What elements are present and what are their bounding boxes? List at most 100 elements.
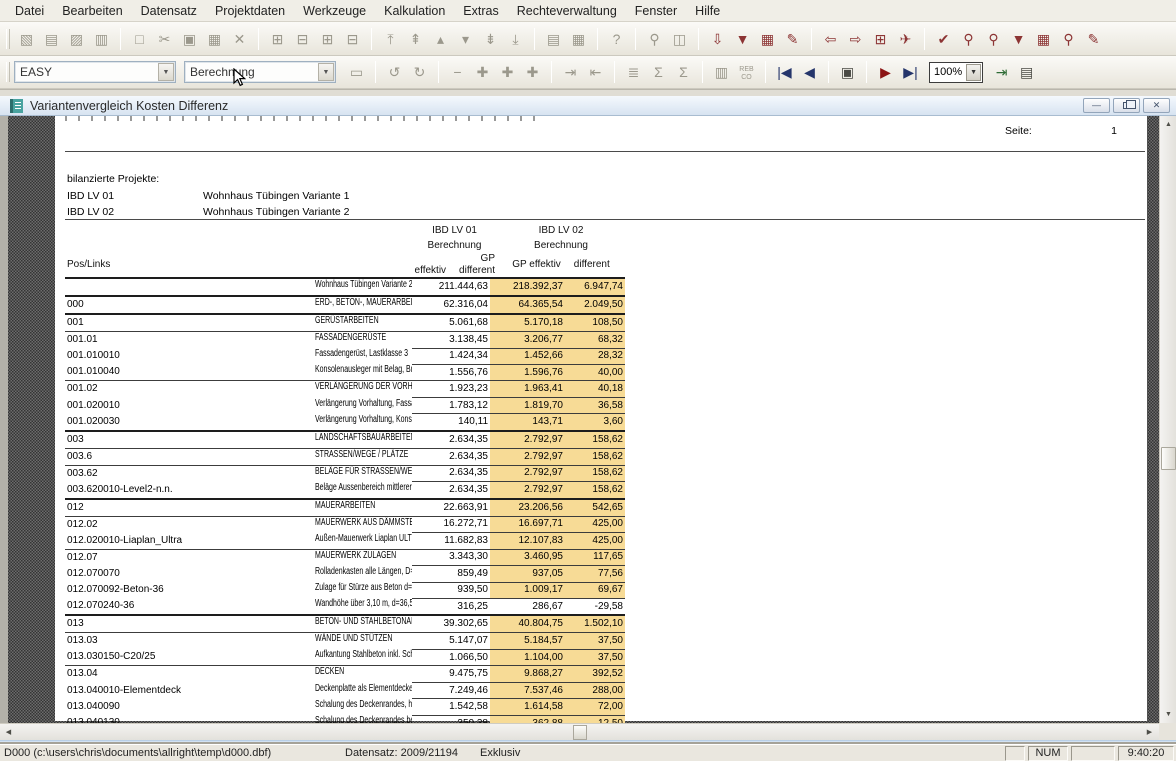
view-combobox[interactable]: Berechnung ▼ [184,61,336,83]
window-export-icon[interactable]: ▧ [14,28,39,50]
doc-import-icon[interactable]: ▼ [1006,28,1031,50]
stats-icon[interactable]: ▥ [709,61,734,83]
row-pos: 012.020010-Liaplan_Ultra [65,533,313,550]
db-search-icon[interactable]: ⚲ [956,28,981,50]
import-page-icon[interactable]: ⇩ [705,28,730,50]
print-report-icon[interactable]: ▤ [1014,61,1039,83]
indent-right-icon[interactable]: ⇥ [558,61,583,83]
delete-icon[interactable]: ✕ [227,28,252,50]
zoom-combobox[interactable]: 100% ▼ [929,62,983,83]
toolbar-separator [438,61,439,83]
toolbar-grip[interactable] [6,29,10,49]
open-report-icon[interactable]: ▭ [344,61,369,83]
tiles-icon[interactable]: ⊞ [868,28,893,50]
row-variant2-gp: 286,67 [497,598,565,615]
subtotal-icon[interactable]: Σ [646,61,671,83]
first-record-icon[interactable]: |◀ [772,61,797,83]
db-check-icon[interactable]: ✔ [931,28,956,50]
page-up-icon[interactable]: ⇞ [403,28,428,50]
menu-item-datensatz[interactable]: Datensatz [132,2,206,20]
add-copy-icon[interactable]: ✚ [470,61,495,83]
add-special-icon[interactable]: ✚ [520,61,545,83]
tree-branch-icon[interactable]: ⊞ [315,28,340,50]
menu-item-projektdaten[interactable]: Projektdaten [206,2,294,20]
remove-position-icon[interactable]: − [445,61,470,83]
record-search-icon[interactable]: ⚲ [1056,28,1081,50]
copy-icon[interactable]: ▣ [177,28,202,50]
close-button[interactable]: ✕ [1143,98,1170,113]
scroll-up-icon[interactable]: ▲ [1161,117,1176,132]
scroll-right-icon[interactable]: ▶ [1142,725,1157,740]
table-edit-icon[interactable]: ▦ [755,28,780,50]
cut-icon[interactable]: ✂ [152,28,177,50]
row-gap [490,364,497,381]
sum-icon[interactable]: Σ [671,61,696,83]
row-variant2-different: 425,00 [565,516,625,533]
split-view-icon[interactable]: ◫ [667,28,692,50]
page-edit-icon[interactable]: ✎ [1081,28,1106,50]
chevron-down-icon[interactable]: ▼ [966,64,981,81]
tree-outline-icon[interactable]: ⊟ [340,28,365,50]
close-preview-icon[interactable]: ⇥ [989,61,1014,83]
horizontal-scrollbar[interactable]: ◀ ▶ [0,723,1159,740]
search-icon[interactable]: ⚲ [642,28,667,50]
menu-item-bearbeiten[interactable]: Bearbeiten [53,2,131,20]
minimize-button[interactable]: — [1083,98,1110,113]
redo-icon[interactable]: ↻ [407,61,432,83]
move-up-icon[interactable]: ▴ [428,28,453,50]
menu-item-rechteverwaltung[interactable]: Rechteverwaltung [508,2,626,20]
add-position-icon[interactable]: ✚ [495,61,520,83]
prev-record-icon[interactable]: ◀ [797,61,822,83]
move-down-icon[interactable]: ▾ [453,28,478,50]
row-pos: 012.07 [65,549,313,566]
assign-right-icon[interactable]: ⇨ [843,28,868,50]
toolbar-grip[interactable] [6,62,10,82]
sheet-edit-icon[interactable]: ✎ [780,28,805,50]
vertical-scrollbar-thumb[interactable] [1161,447,1176,470]
numbering-icon[interactable]: ≣ [621,61,646,83]
new-icon[interactable]: □ [127,28,152,50]
tree-list-icon[interactable]: ⊟ [290,28,315,50]
menu-item-extras[interactable]: Extras [454,2,507,20]
start-output-icon[interactable]: ▶ [873,61,898,83]
menu-item-kalkulation[interactable]: Kalkulation [375,2,454,20]
scroll-down-icon[interactable]: ▼ [1161,707,1176,722]
paste-icon[interactable]: ▦ [202,28,227,50]
help-icon[interactable]: ? [604,28,629,50]
db-zoom-icon[interactable]: ⚲ [981,28,1006,50]
last-record-icon[interactable]: ▶| [898,61,923,83]
menu-item-fenster[interactable]: Fenster [626,2,686,20]
image-icon[interactable]: ▨ [64,28,89,50]
chevron-down-icon[interactable]: ▼ [318,63,334,81]
copies-icon[interactable]: ▣ [835,61,860,83]
horizontal-scrollbar-thumb[interactable] [573,725,587,740]
catalog-icon[interactable]: ▥ [89,28,114,50]
assign-left-icon[interactable]: ⇦ [818,28,843,50]
properties-icon[interactable]: ▤ [541,28,566,50]
row-variant2-gp: 7.537,46 [497,682,565,698]
row-variant2-different: 37,50 [565,649,625,666]
restore-button[interactable] [1113,98,1140,113]
menu-item-werkzeuge[interactable]: Werkzeuge [294,2,375,20]
row-pos: 000 [65,296,313,314]
table-export-icon[interactable]: ▦ [1031,28,1056,50]
undo-icon[interactable]: ↺ [382,61,407,83]
indent-left-icon[interactable]: ⇤ [583,61,608,83]
chevron-down-icon[interactable]: ▼ [158,63,174,81]
menu-item-datei[interactable]: Datei [6,2,53,20]
report-icon[interactable]: ▤ [39,28,64,50]
menu-item-hilfe[interactable]: Hilfe [686,2,729,20]
vertical-scrollbar[interactable]: ▲ ▼ [1159,116,1176,723]
print-icon[interactable]: ▦ [566,28,591,50]
goto-top-icon[interactable]: ⤒ [378,28,403,50]
reb-icon[interactable]: REB CO [734,61,759,83]
profile-combobox[interactable]: EASY ▼ [14,61,176,83]
table-row: 013BETON- UND STAHLBETONARBEITEN39.302,6… [65,615,625,633]
page-down-icon[interactable]: ⇟ [478,28,503,50]
send-icon[interactable]: ✈ [893,28,918,50]
scroll-left-icon[interactable]: ◀ [1,725,16,740]
status-panel-empty [1005,746,1025,761]
archive-icon[interactable]: ▼ [730,28,755,50]
tree-insert-icon[interactable]: ⊞ [265,28,290,50]
goto-bottom-icon[interactable]: ⤓ [503,28,528,50]
